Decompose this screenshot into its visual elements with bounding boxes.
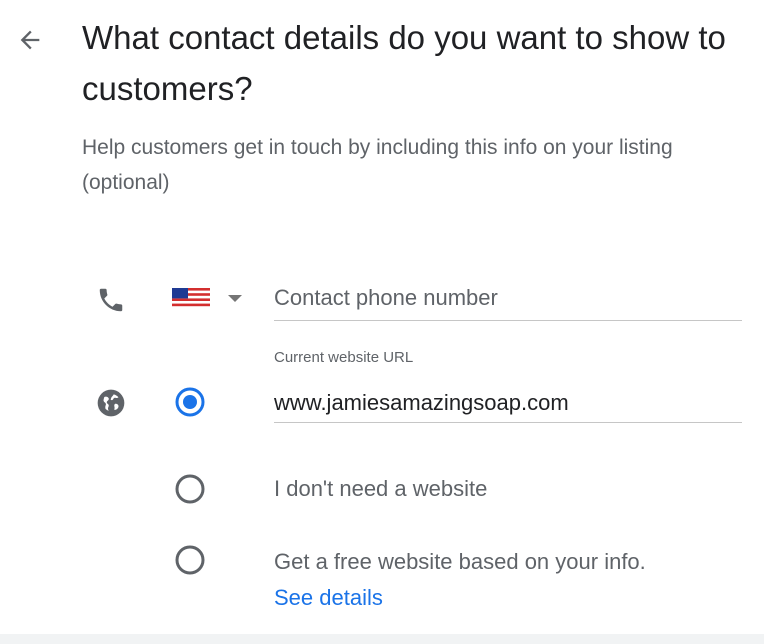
radio-no-website[interactable] [174,473,206,505]
phone-number-input[interactable] [274,278,742,318]
website-url-input[interactable] [274,385,742,421]
bottom-divider [0,634,764,644]
see-details-link[interactable]: See details [274,585,383,611]
arrow-back-icon [20,30,40,50]
radio-free-website[interactable] [174,544,206,576]
contact-details-page: What contact details do you want to show… [0,0,764,644]
website-url-label: Current website URL [274,349,414,366]
website-url-field [274,385,742,423]
page-title: What contact details do you want to show… [82,19,726,107]
free-website-label[interactable]: Get a free website based on your info. [274,549,646,575]
country-code-select[interactable] [172,284,250,312]
page-subtitle: Help customers get in touch by including… [82,136,673,194]
no-website-label[interactable]: I don't need a website [274,476,487,502]
phone-field [274,278,742,321]
dropdown-caret-icon [228,294,242,302]
radio-current-website[interactable] [174,386,206,418]
us-flag-icon [172,288,210,308]
phone-icon [94,283,128,317]
globe-icon [94,386,128,420]
back-button[interactable] [12,22,48,58]
